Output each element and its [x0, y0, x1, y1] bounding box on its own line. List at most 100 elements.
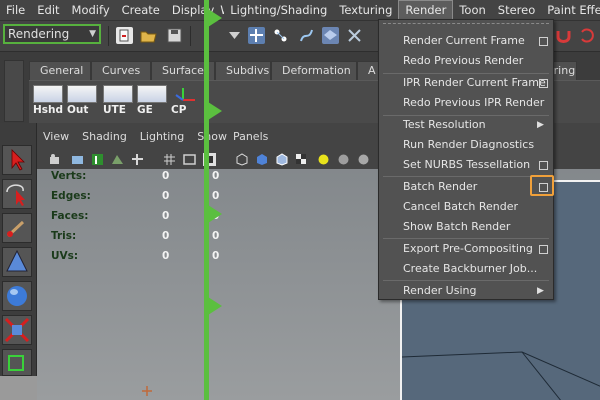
menu-item-create-backburner-job[interactable]: Create Backburner Job...: [379, 259, 553, 279]
grid-icon[interactable]: [163, 153, 176, 166]
shelf-button-hshd[interactable]: Hshd: [33, 85, 63, 118]
menu-edit[interactable]: Edit: [31, 0, 65, 20]
shelf-button-ge[interactable]: GE: [137, 85, 167, 118]
move-tool[interactable]: [2, 247, 32, 277]
menu-item-batch-render[interactable]: Batch Render: [379, 177, 553, 197]
viewport-menu-lighting[interactable]: Lighting: [140, 130, 184, 143]
hud-value: 0: [212, 190, 220, 202]
menu-set-dropdown[interactable]: Rendering ▼: [3, 24, 101, 44]
uv-texture-editor-icon: [103, 85, 133, 103]
tear-off-handle[interactable]: [383, 23, 549, 27]
snap-magnet-icon[interactable]: [555, 27, 572, 44]
shelf-tab-deformation[interactable]: Deformation: [271, 61, 357, 80]
hud-value: 0: [212, 170, 220, 182]
menu-set-value: Rendering: [8, 27, 70, 41]
shelf-button-label: Out: [67, 104, 89, 116]
menu-create[interactable]: Create: [116, 0, 166, 20]
xray-icon[interactable]: [357, 153, 370, 166]
rotate-tool[interactable]: [2, 281, 32, 311]
hud-value: 0: [162, 210, 170, 222]
scale-tool[interactable]: [2, 315, 32, 345]
option-box-icon[interactable]: [539, 161, 548, 170]
menu-item-redo-previous-ipr-render[interactable]: Redo Previous IPR Render: [379, 93, 553, 113]
guide-marker: [208, 102, 222, 120]
shelf-tab-general[interactable]: General: [29, 61, 91, 80]
viewport-menu-show[interactable]: Show: [197, 130, 227, 143]
surface-mask-icon[interactable]: [322, 27, 339, 44]
menu-texturing[interactable]: Texturing: [333, 0, 398, 20]
shadows-icon[interactable]: [337, 153, 350, 166]
save-scene-icon[interactable]: [166, 27, 183, 44]
menu-item-run-render-diagnostics[interactable]: Run Render Diagnostics: [379, 135, 553, 155]
film-gate-icon[interactable]: [183, 153, 196, 166]
shelf-tab-subdivs[interactable]: Subdivs: [215, 61, 271, 80]
paint-select-tool[interactable]: [2, 213, 32, 243]
select-by-hierarchy-icon[interactable]: [248, 27, 265, 44]
wireframe-on-shaded-icon[interactable]: [275, 153, 288, 166]
lasso-tool[interactable]: [2, 179, 32, 209]
menu-lighting-shading[interactable]: Lighting/Shading: [224, 0, 333, 20]
separator: [108, 26, 109, 46]
option-box-icon[interactable]: [539, 245, 548, 254]
menu-item-render-current-frame[interactable]: Render Current Frame: [379, 31, 553, 51]
select-tool[interactable]: [2, 145, 32, 175]
viewport-menu-shading[interactable]: Shading: [82, 130, 127, 143]
menu-item-test-resolution[interactable]: Test Resolution ▶: [379, 115, 553, 135]
menu-paint-effects[interactable]: Paint Effects: [541, 0, 600, 20]
hud-label: Faces:: [51, 210, 89, 222]
deformer-mask-icon[interactable]: [346, 27, 363, 44]
submenu-arrow-icon: ▶: [537, 120, 544, 130]
menu-item-cancel-batch-render[interactable]: Cancel Batch Render: [379, 197, 553, 217]
menu-item-redo-previous-render[interactable]: Redo Previous Render: [379, 51, 553, 71]
use-all-lights-icon[interactable]: [317, 153, 330, 166]
menu-item-export-pre-compositing[interactable]: Export Pre-Compositing: [379, 239, 553, 259]
viewport-menu-view[interactable]: View: [43, 130, 69, 143]
2d-pan-zoom-icon[interactable]: [131, 153, 144, 166]
guide-marker: [208, 297, 222, 315]
menu-stereo[interactable]: Stereo: [492, 0, 541, 20]
graph-editor-icon: [137, 85, 167, 103]
textured-icon[interactable]: [295, 153, 308, 166]
batch-render-option-highlight: [530, 175, 554, 196]
menu-render[interactable]: Render: [398, 0, 454, 20]
origin-marker-icon: [142, 386, 152, 396]
select-by-component-icon[interactable]: [298, 27, 315, 44]
menu-toon[interactable]: Toon: [453, 0, 491, 20]
menu-item-ipr-render-current-frame[interactable]: IPR Render Current Frame: [379, 73, 553, 93]
menu-modify[interactable]: Modify: [66, 0, 116, 20]
viewport-menu-panels[interactable]: Panels: [233, 130, 268, 143]
option-box-icon[interactable]: [539, 37, 548, 46]
hud-value: 0: [212, 250, 220, 262]
shelf-button-label: CP: [171, 104, 187, 116]
main-menubar: File Edit Modify Create Display Window L…: [0, 0, 600, 20]
option-box-icon[interactable]: [539, 79, 548, 88]
shelf-tab-curves[interactable]: Curves: [91, 61, 151, 80]
hypershade-icon: [33, 85, 63, 103]
selection-mask-icon[interactable]: [226, 27, 243, 44]
shelf-button-label: GE: [137, 104, 153, 116]
select-by-object-icon[interactable]: [272, 27, 289, 44]
manipulator-tool[interactable]: [2, 349, 32, 376]
menu-item-show-batch-render[interactable]: Show Batch Render: [379, 217, 553, 237]
guide-line: [204, 0, 209, 400]
camera-icon[interactable]: [49, 153, 62, 166]
shelf-menu-handle[interactable]: [4, 60, 24, 122]
menu-item-label: Render Using: [403, 284, 477, 297]
camera-attributes-icon[interactable]: [71, 153, 84, 166]
menu-item-label: Render Current Frame: [403, 34, 525, 47]
open-folder-icon[interactable]: [140, 27, 157, 44]
hud-label: Tris:: [51, 230, 77, 242]
history-icon[interactable]: [578, 27, 595, 44]
menu-item-label: Run Render Diagnostics: [403, 138, 535, 151]
smooth-shade-icon[interactable]: [255, 153, 268, 166]
menu-item-render-using[interactable]: Render Using ▶: [379, 281, 553, 301]
image-plane-icon[interactable]: [111, 153, 124, 166]
shelf-button-out[interactable]: Out: [67, 85, 97, 118]
shelf-button-ute[interactable]: UTE: [103, 85, 133, 118]
menu-file[interactable]: File: [0, 0, 31, 20]
bookmarks-icon[interactable]: [91, 153, 104, 166]
wireframe-icon[interactable]: [235, 153, 248, 166]
new-scene-icon[interactable]: [116, 27, 133, 44]
menu-item-set-nurbs-tessellation[interactable]: Set NURBS Tessellation: [379, 155, 553, 175]
shelf-button-cp[interactable]: CP: [171, 85, 201, 118]
